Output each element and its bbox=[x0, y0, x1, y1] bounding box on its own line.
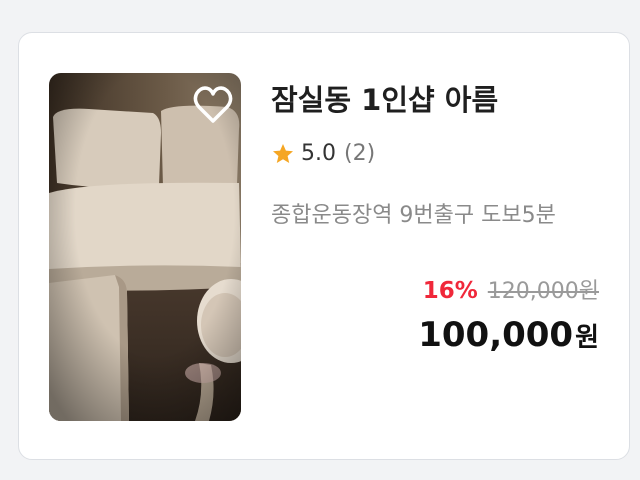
listing-title[interactable]: 잠실동 1인샵 아름 bbox=[271, 77, 498, 119]
original-price: 120,000원 bbox=[487, 279, 599, 304]
rating-row: 5.0 (2) bbox=[271, 141, 375, 166]
favorite-heart-icon[interactable] bbox=[191, 83, 235, 127]
discount-row: 16% 120,000원 bbox=[423, 273, 599, 305]
location-text: 종합운동장역 9번출구 도보5분 bbox=[271, 203, 556, 228]
listing-photo[interactable] bbox=[49, 73, 241, 421]
star-icon bbox=[273, 143, 293, 163]
price-unit: 원 bbox=[575, 323, 599, 353]
price-row: 100,000 원 bbox=[418, 315, 599, 355]
listing-card[interactable]: 잠실동 1인샵 아름 5.0 (2) 종합운동장역 9번출구 도보5분 16% … bbox=[18, 32, 630, 460]
discount-percent: 16% bbox=[422, 278, 478, 304]
sale-price: 100,000 bbox=[418, 315, 574, 355]
rating-score: 5.0 bbox=[301, 141, 336, 166]
review-count: (2) bbox=[344, 141, 376, 166]
